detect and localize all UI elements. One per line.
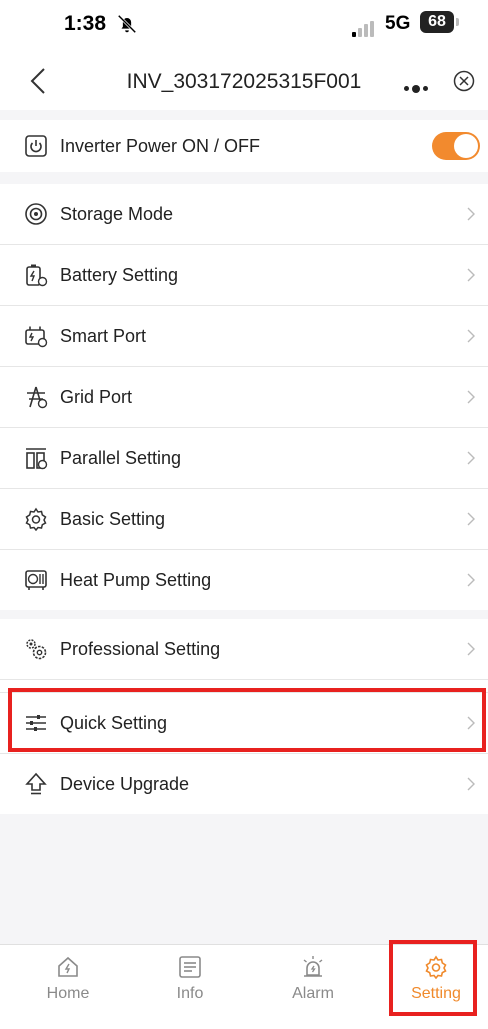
settings-item-label: Heat Pump Setting <box>60 569 212 590</box>
settings-item-parallel[interactable]: Parallel Setting <box>0 428 488 489</box>
settings-item-upgrade[interactable]: Device Upgrade <box>0 754 488 814</box>
advanced-group: Professional Setting Quick Setting Devic… <box>0 619 488 814</box>
power-icon <box>25 135 47 157</box>
status-bar: 1:38 5G 68 <box>0 0 488 52</box>
settings-item-label: Battery Setting <box>60 264 179 285</box>
tab-label: Home <box>46 985 90 1002</box>
power-label: Inverter Power ON / OFF <box>60 135 261 156</box>
tab-bar: Home Info Alarm Setting <box>0 944 488 1029</box>
chevron-right-icon <box>467 642 475 656</box>
toggle-knob <box>454 134 478 158</box>
chevron-right-icon <box>467 390 475 404</box>
battery-level: 68 <box>420 11 454 33</box>
battery-icon <box>26 264 48 287</box>
home-icon <box>58 956 78 977</box>
settings-item-label: Parallel Setting <box>60 447 182 468</box>
signal-icon <box>352 19 376 37</box>
battery-tip <box>456 18 459 26</box>
settings-item-label: Professional Setting <box>60 638 221 659</box>
settings-item-label: Quick Setting <box>60 712 168 733</box>
more-icon[interactable] <box>404 80 431 98</box>
bell-muted-icon <box>117 14 137 34</box>
smart-port-icon <box>25 326 48 348</box>
chevron-right-icon <box>467 329 475 343</box>
power-row[interactable]: Inverter Power ON / OFF <box>0 120 488 172</box>
chevron-right-icon <box>467 512 475 526</box>
tab-setting[interactable]: Setting <box>391 945 481 1015</box>
settings-item-label: Grid Port <box>60 386 133 407</box>
network-label: 5G <box>385 13 411 34</box>
gear-icon <box>25 507 47 531</box>
settings-item-label: Storage Mode <box>60 203 174 224</box>
chevron-right-icon <box>467 777 475 791</box>
list-icon <box>179 956 201 978</box>
power-toggle[interactable] <box>432 132 480 160</box>
tab-home[interactable]: Home <box>23 945 113 1015</box>
sliders-icon <box>26 715 46 731</box>
settings-item-quick[interactable]: Quick Setting <box>0 692 488 754</box>
chevron-right-icon <box>467 716 475 730</box>
settings-item-professional[interactable]: Professional Setting <box>0 619 488 680</box>
tab-alarm[interactable]: Alarm <box>268 945 358 1015</box>
nav-bar: INV_303172025315F001 <box>0 52 488 110</box>
tab-label: Info <box>176 985 204 1002</box>
chevron-right-icon <box>467 268 475 282</box>
settings-item-label: Basic Setting <box>60 508 166 529</box>
grid-tower-icon <box>27 386 48 409</box>
heat-pump-icon <box>25 570 47 590</box>
settings-item-battery[interactable]: Battery Setting <box>0 245 488 306</box>
gear-icon <box>425 955 447 979</box>
settings-item-grid-port[interactable]: Grid Port <box>0 367 488 428</box>
status-time: 1:38 <box>64 12 107 35</box>
settings-item-label: Smart Port <box>60 325 147 346</box>
chevron-right-icon <box>467 207 475 221</box>
tab-label: Alarm <box>292 985 334 1002</box>
settings-item-basic[interactable]: Basic Setting <box>0 489 488 550</box>
settings-group: Storage Mode Battery Setting Smart Port … <box>0 184 488 610</box>
power-group: Inverter Power ON / OFF <box>0 120 488 172</box>
settings-item-label: Device Upgrade <box>60 773 190 794</box>
settings-item-storage-mode[interactable]: Storage Mode <box>0 184 488 245</box>
tab-label: Setting <box>411 985 461 1002</box>
alarm-icon <box>303 956 323 977</box>
parallel-icon <box>26 448 48 470</box>
upgrade-icon <box>25 772 47 795</box>
storage-icon <box>25 203 47 225</box>
close-circle-icon[interactable] <box>453 70 475 92</box>
settings-item-heat-pump[interactable]: Heat Pump Setting <box>0 550 488 610</box>
gears-icon <box>26 639 47 660</box>
settings-item-smart-port[interactable]: Smart Port <box>0 306 488 367</box>
chevron-right-icon <box>467 573 475 587</box>
chevron-right-icon <box>467 451 475 465</box>
tab-info[interactable]: Info <box>145 945 235 1015</box>
